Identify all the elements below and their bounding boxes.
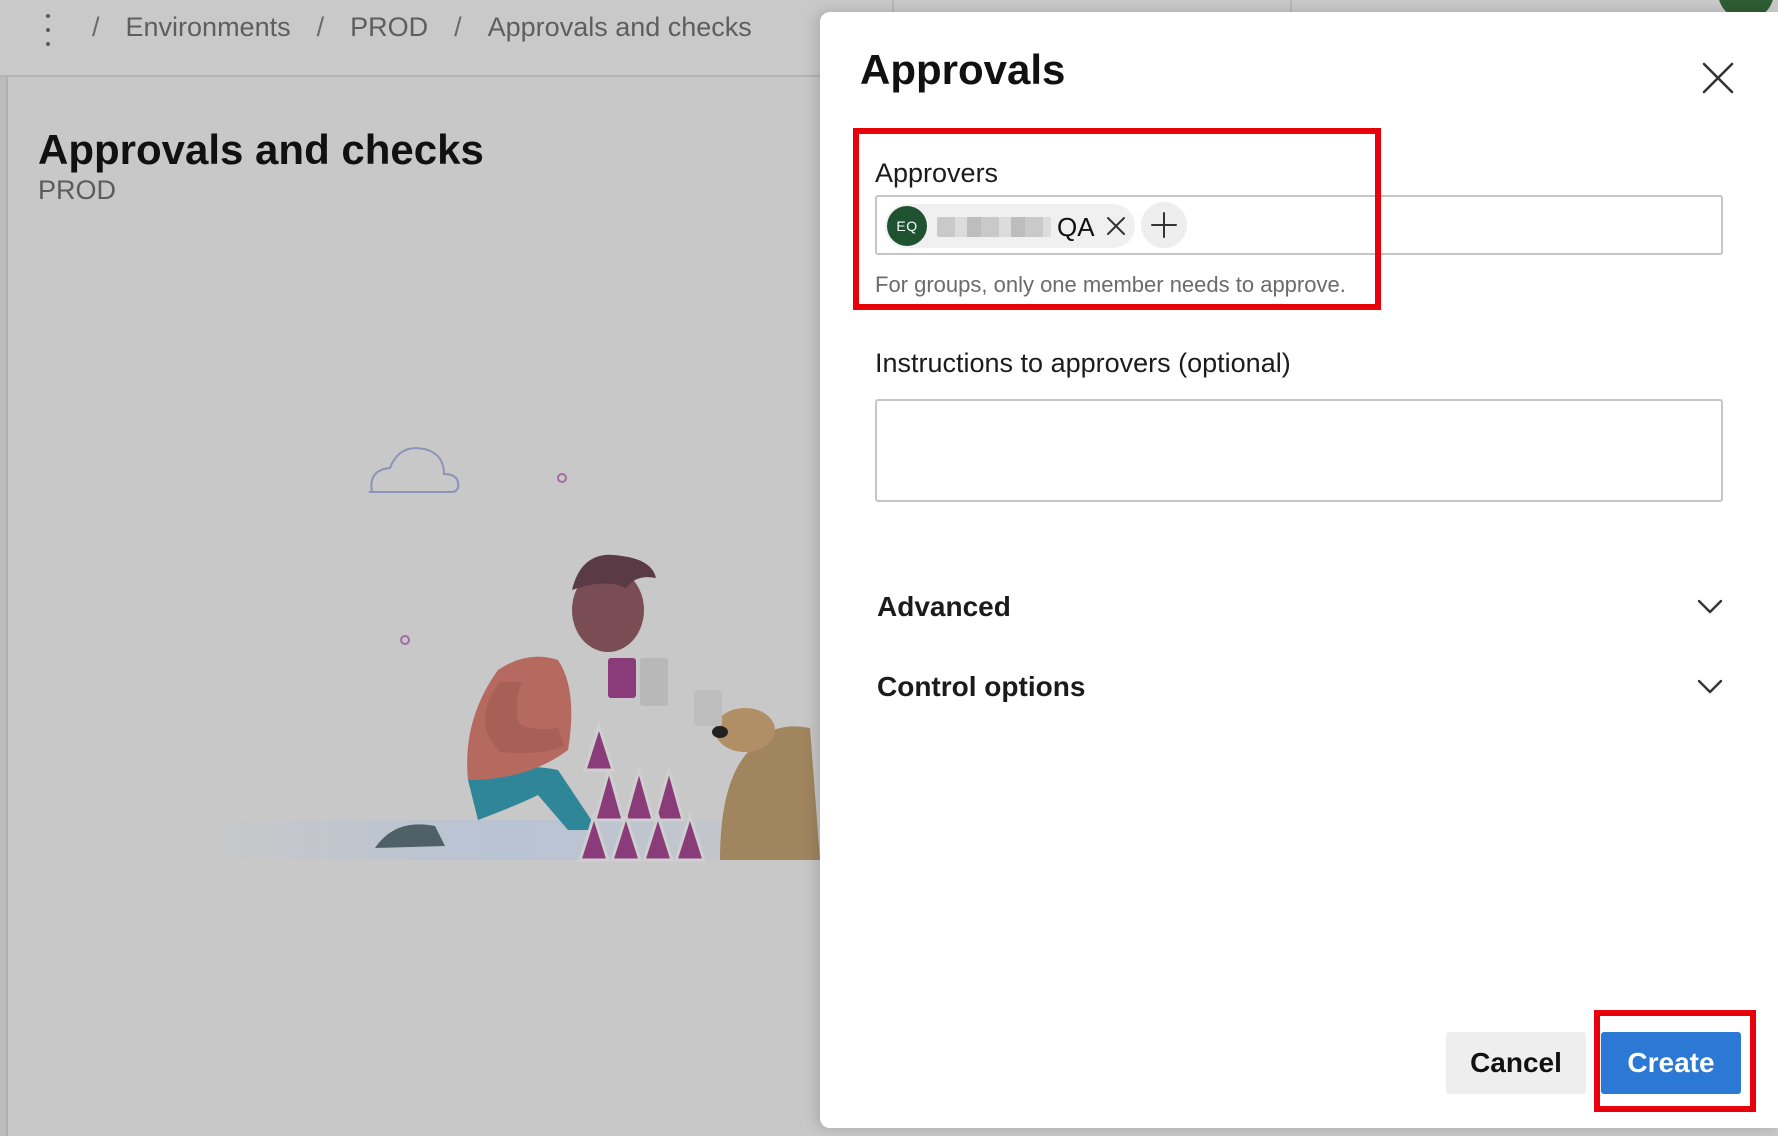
redacted-name	[937, 217, 1051, 237]
breadcrumb-separator: /	[92, 12, 100, 42]
breadcrumb-separator: /	[454, 12, 462, 42]
page-title: Approvals and checks	[38, 126, 484, 173]
approvers-picker[interactable]: EQ QA	[875, 195, 1723, 255]
control-options-section-toggle[interactable]: Control options	[877, 662, 1723, 714]
approvals-panel: Approvals Approvers EQ QA For groups, on…	[820, 12, 1778, 1128]
add-approver-icon[interactable]	[1141, 202, 1187, 248]
approvers-label: Approvers	[875, 158, 999, 188]
approver-avatar: EQ	[887, 206, 927, 246]
left-rail	[0, 77, 8, 1136]
breadcrumb-prod[interactable]: PROD	[350, 12, 428, 43]
approvers-helper-text: For groups, only one member needs to app…	[875, 272, 1346, 297]
breadcrumb-separator: /	[316, 12, 325, 42]
control-options-section-label: Control options	[877, 671, 1086, 702]
chevron-down-icon	[1697, 679, 1723, 694]
panel-title: Approvals	[860, 46, 1066, 93]
advanced-section-label: Advanced	[877, 591, 1011, 622]
approver-name: QA	[1057, 212, 1095, 242]
breadcrumb-approvals-and-checks[interactable]: Approvals and checks	[488, 12, 752, 43]
empty-state-illustration	[200, 447, 820, 862]
breadcrumb-environments[interactable]: Environments	[126, 12, 291, 43]
more-actions-icon[interactable]	[36, 12, 60, 48]
close-icon[interactable]	[1696, 56, 1740, 100]
breadcrumb: / Environments / PROD / Approvals and ch…	[92, 12, 752, 43]
page-subtitle: PROD	[38, 175, 117, 205]
instructions-field[interactable]	[875, 399, 1723, 502]
remove-approver-icon[interactable]	[1105, 215, 1127, 237]
page: / Environments / PROD / Approvals and ch…	[0, 0, 1778, 1136]
advanced-section-toggle[interactable]: Advanced	[877, 582, 1723, 634]
cancel-button[interactable]: Cancel	[1446, 1032, 1586, 1094]
approver-pill: EQ QA	[885, 204, 1135, 248]
chevron-down-icon	[1697, 599, 1723, 614]
create-button[interactable]: Create	[1601, 1032, 1741, 1094]
instructions-label: Instructions to approvers (optional)	[875, 348, 1291, 378]
